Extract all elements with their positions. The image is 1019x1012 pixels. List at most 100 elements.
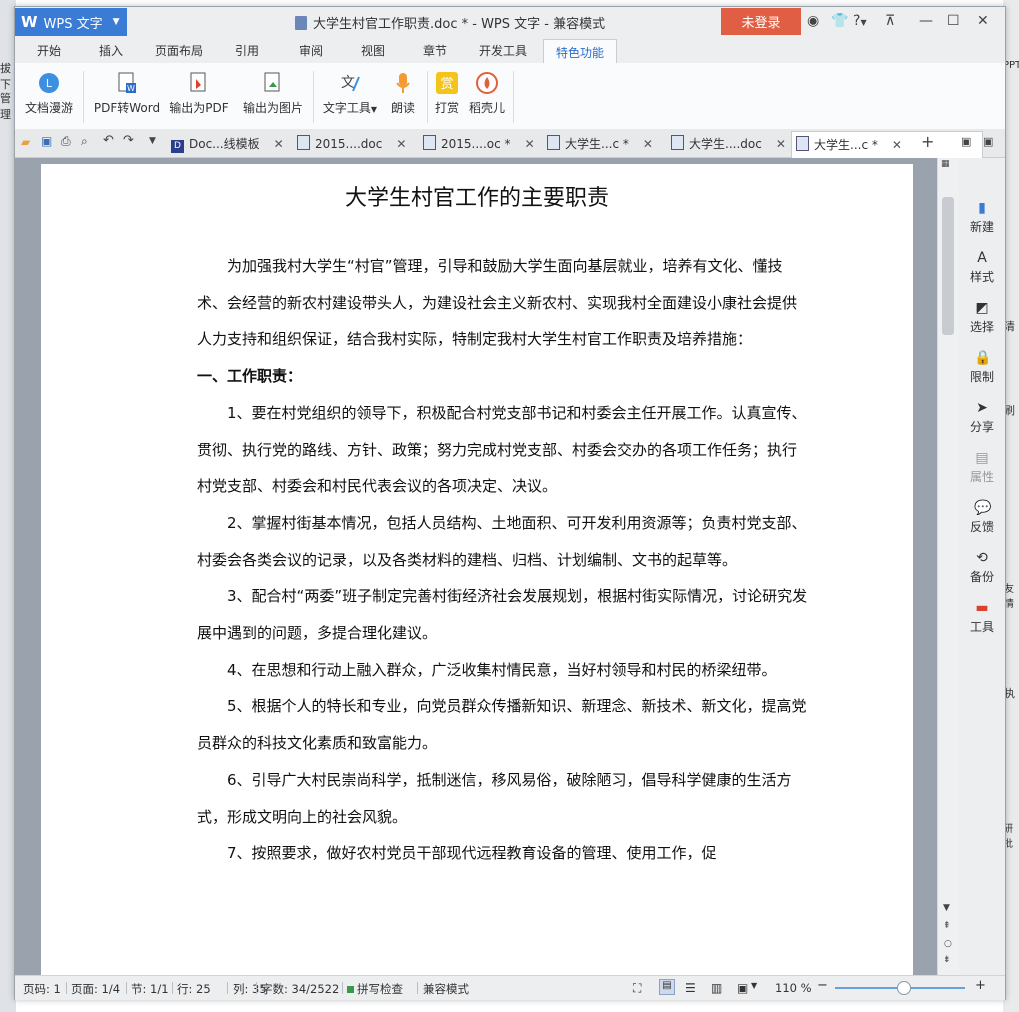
minimize-icon[interactable]: — [919,13,933,29]
export-image-button[interactable]: 输出为图片 [235,67,311,116]
pdf-to-word-button[interactable]: W PDF转Word [91,67,163,116]
export-pdf-button[interactable]: 输出为PDF [167,67,231,116]
chevron-down-icon[interactable]: ▼ [860,18,866,27]
split-view-icon[interactable]: ▦ [941,159,950,169]
export-image-icon [264,72,280,92]
task-restrict-button[interactable]: 🔒 限制 [959,350,1005,385]
document-page[interactable]: 大学生村官工作的主要职责 为加强我村大学生“村官”管理，引导和鼓励大学生面向基层… [41,164,913,975]
shirt-icon[interactable]: 👕 [831,13,848,29]
close-tab-icon[interactable]: ✕ [525,137,535,151]
save-icon[interactable]: ▣ [41,134,52,148]
app-menu-button[interactable]: W WPS 文字 ▼ [15,8,127,36]
task-share-button[interactable]: ➤ 分享 [959,400,1005,435]
web-view-icon[interactable]: ▥ [711,981,722,995]
doc-tab[interactable]: 2015....doc ✕ [297,135,406,151]
status-separator [256,982,257,994]
app-name: WPS 文字 [43,16,103,32]
task-styles-button[interactable]: A 样式 [959,250,1005,285]
doc-tab[interactable]: 大学生...c * ✕ [547,135,653,152]
status-page[interactable]: 页面: 1/4 [71,981,120,997]
doc-tab[interactable]: 大学生....doc ✕ [671,135,786,152]
open-folder-icon[interactable]: ▰ [21,135,30,149]
tab-references[interactable]: 引用 [235,42,259,59]
tab-review[interactable]: 审阅 [299,42,323,59]
new-tab-icon[interactable]: + [921,132,934,151]
task-properties-button[interactable]: ▤ 属性 [959,450,1005,485]
tab-chapter[interactable]: 章节 [423,42,447,59]
status-bar: 页码: 1 页面: 1/4 节: 1/1 行: 25 列: 35 字数: 34/… [15,975,1005,1000]
print-icon[interactable]: ⎙ [61,134,71,149]
close-tab-icon[interactable]: ✕ [892,138,902,152]
login-button[interactable]: 未登录 [721,8,801,35]
next-page-icon[interactable]: ⇟ [943,955,951,965]
undo-icon[interactable]: ↶ [103,133,114,148]
task-select-button[interactable]: ◩ 选择 [959,300,1005,335]
text-tools-button[interactable]: 文 文字工具▼ [319,67,381,116]
outline-view-icon[interactable]: ☰ [685,981,696,995]
task-tools-button[interactable]: ▬ 工具 [959,600,1005,635]
tab-view[interactable]: 视图 [361,42,385,59]
close-tab-icon[interactable]: ✕ [274,137,284,151]
reward-button[interactable]: 赏 打赏 [431,67,463,116]
close-tab-icon[interactable]: ✕ [643,137,653,151]
close-tab-icon[interactable]: ✕ [396,137,406,151]
styles-icon: A [977,250,987,266]
doc-tab[interactable]: 2015....oc * ✕ [423,135,535,151]
doc-tab-active[interactable]: 大学生...c * ✕ [791,131,983,158]
tab-home[interactable]: 开始 [37,42,61,59]
quick-access-dropdown-icon[interactable]: ▼ [149,136,156,146]
fullscreen-icon[interactable]: ⛶ [633,981,641,996]
zoom-out-icon[interactable]: − [817,978,828,993]
docer-icon [476,72,498,94]
zoom-in-icon[interactable]: + [975,978,986,993]
page-view-icon[interactable]: ▤ [659,979,675,995]
restore-tab-icon[interactable]: ▣ [983,135,993,148]
close-tab-icon[interactable]: ✕ [776,137,786,151]
status-separator [417,982,418,994]
scrollbar-thumb[interactable] [942,197,954,335]
document-title: 大学生村官工作的主要职责 [344,186,609,211]
doc-tab[interactable]: D Doc...线模板 ✕ [171,135,284,153]
maximize-icon[interactable]: ☐ [947,13,960,29]
status-separator [227,982,228,994]
spell-check-toggle[interactable]: 拼写检查 [347,981,403,997]
reading-view-icon[interactable]: ▣ [737,981,748,995]
tab-special-features[interactable]: 特色功能 [543,39,617,64]
document-icon [295,16,307,30]
task-feedback-button[interactable]: 💬 反馈 [959,500,1005,535]
task-new-button[interactable]: ▮ 新建 [959,200,1005,235]
chevron-down-icon[interactable]: ▼ [751,981,757,990]
doc-roaming-button[interactable]: L 文档漫游 [23,67,75,116]
print-preview-icon[interactable]: ⌕ [81,134,88,149]
paragraph: 为加强我村大学生“村官”管理，引导和鼓励大学生面向基层就业，培养有文化、懂技术、… [197,257,798,349]
skin-icon[interactable]: ◉ [807,13,819,29]
document-body[interactable]: 为加强我村大学生“村官”管理，引导和鼓励大学生面向基层就业，培养有文化、懂技术、… [197,248,809,872]
background-label: 友情 [1004,584,1014,610]
task-backup-button[interactable]: ⟲ 备份 [959,550,1005,585]
status-separator [342,982,343,994]
select-browse-object-icon[interactable]: ○ [944,939,952,949]
document-icon [796,136,809,151]
tab-list-icon[interactable]: ▣ [961,135,971,148]
read-aloud-button[interactable]: 朗读 [385,67,421,116]
zoom-slider-handle[interactable] [897,981,911,995]
status-word-count[interactable]: 字数: 34/2522 [261,981,339,997]
document-icon [671,135,684,150]
collapse-ribbon-icon[interactable]: ⊼ [885,13,895,29]
close-icon[interactable]: ✕ [977,13,989,29]
toolbox-icon: ▬ [975,600,989,616]
tab-developer[interactable]: 开发工具 [479,42,527,59]
ribbon-separator [313,71,314,123]
redo-icon[interactable]: ↷ [123,133,134,148]
zoom-level[interactable]: 110 % [775,981,812,995]
document-icon [547,135,560,150]
task-pane: ▮ 新建 A 样式 ◩ 选择 🔒 限制 ➤ 分享 ▤ 属性 💬 反馈 ⟲ 备份 ▬ 工具 [959,158,1005,975]
previous-page-icon[interactable]: ⇞ [943,921,951,931]
scroll-down-icon[interactable]: ▼ [943,903,950,913]
docer-button[interactable]: 稻壳儿 [465,67,509,116]
tab-page-layout[interactable]: 页面布局 [155,42,203,59]
document-icon [297,135,310,150]
backup-icon: ⟲ [976,550,988,566]
status-section: 节: 1/1 [131,982,169,996]
tab-insert[interactable]: 插入 [99,42,123,59]
